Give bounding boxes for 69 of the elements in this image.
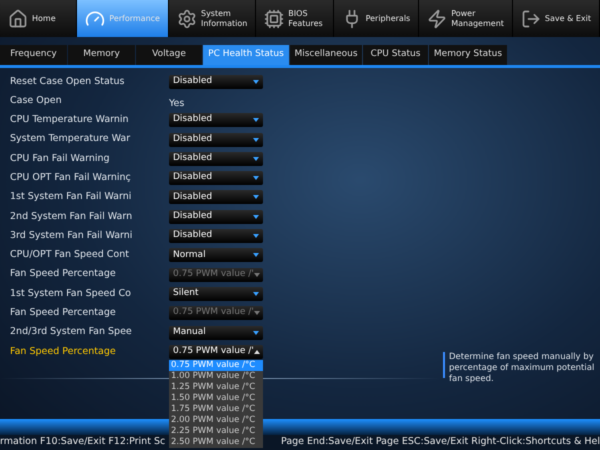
caret-down-icon bbox=[254, 272, 260, 277]
exit-icon bbox=[520, 8, 541, 28]
tab[interactable]: CPU Status bbox=[363, 45, 428, 65]
caret-up-icon bbox=[254, 350, 260, 354]
nav-tab[interactable]: Peripherals bbox=[334, 0, 420, 37]
nav-tab[interactable]: Power Management bbox=[419, 0, 513, 37]
dropdown-field[interactable]: 0.75 PWM value /' bbox=[169, 344, 263, 359]
dropdown-field[interactable]: Disabled bbox=[169, 152, 263, 166]
dropdown-field[interactable]: Disabled bbox=[169, 229, 263, 244]
nav-tab[interactable]: System Information bbox=[168, 0, 256, 37]
gauge-icon bbox=[85, 8, 106, 28]
dropdown-option[interactable]: 1.25 PWM value /°C bbox=[169, 382, 263, 394]
setting-label: CPU Temperature Warnin bbox=[10, 113, 130, 128]
dropdown-field[interactable]: Disabled bbox=[169, 74, 263, 89]
caret-down-icon bbox=[253, 118, 259, 122]
caret-down-icon bbox=[253, 330, 259, 334]
dropdown-field[interactable]: Disabled bbox=[169, 132, 263, 147]
caret-down-icon bbox=[253, 253, 259, 258]
setting-label: Case Open bbox=[10, 94, 63, 108]
settings-icon bbox=[176, 8, 197, 28]
dropdown-field[interactable]: Disabled bbox=[169, 171, 263, 186]
caret-down-icon bbox=[253, 214, 259, 219]
setting-label: System Temperature War bbox=[10, 132, 132, 146]
setting-value: Yes bbox=[169, 98, 184, 109]
setting-label: 1st System Fan Fail Warni bbox=[10, 190, 132, 204]
dropdown-field[interactable]: Silent bbox=[169, 286, 263, 301]
nav-tab[interactable]: Save & Exit bbox=[512, 0, 600, 37]
caret-down-icon bbox=[253, 195, 259, 200]
caret-down-icon bbox=[254, 311, 260, 316]
setting-label: 3rd System Fan Fail Warni bbox=[10, 228, 134, 243]
caret-down-icon bbox=[253, 138, 259, 142]
caret-down-icon bbox=[253, 156, 259, 161]
dropdown-option[interactable]: 2.25 PWM value /°C bbox=[169, 426, 263, 438]
dropdown-field[interactable]: Disabled bbox=[169, 113, 263, 128]
caret-down-icon bbox=[253, 176, 259, 180]
lightning-icon bbox=[427, 8, 448, 28]
setting-label: 2nd System Fan Fail Warn bbox=[10, 210, 134, 224]
caret-down-icon bbox=[253, 80, 259, 84]
tab[interactable]: Memory bbox=[68, 45, 135, 65]
caret-down-icon bbox=[253, 234, 259, 238]
tab[interactable]: Voltage bbox=[136, 45, 202, 65]
setting-label: CPU Fan Fail Warning bbox=[10, 152, 111, 166]
dropdown-option[interactable]: 2.50 PWM value /°C bbox=[169, 437, 263, 448]
setting-label: CPU OPT Fan Fail Warninç bbox=[10, 171, 132, 185]
dropdown-field[interactable]: Normal bbox=[169, 248, 263, 262]
dropdown-option[interactable]: 1.50 PWM value /°C bbox=[169, 393, 263, 404]
chip-icon bbox=[264, 8, 284, 28]
setting-label: Reset Case Open Status bbox=[10, 74, 126, 89]
setting-label: Fan Speed Percentage bbox=[10, 344, 117, 359]
setting-label: Fan Speed Percentage bbox=[10, 306, 117, 320]
tab[interactable]: Frequency bbox=[0, 45, 67, 65]
caret-down-icon bbox=[253, 292, 259, 296]
dropdown-option[interactable]: 2.00 PWM value /°C bbox=[169, 415, 263, 426]
setting-label: CPU/OPT Fan Speed Cont bbox=[10, 248, 130, 262]
tab[interactable]: Miscellaneous bbox=[290, 45, 362, 65]
status-text: rmation F10:Save/Exit F12:Print Sc bbox=[0, 435, 166, 450]
dropdown-option[interactable]: 1.00 PWM value /°C bbox=[169, 371, 263, 382]
setting-label: 1st System Fan Speed Co bbox=[10, 286, 132, 301]
status-text: Page End:Save/Exit Page ESC:Save/Exit Right-Click:Shortcuts & Hel bbox=[281, 435, 600, 450]
dropdown-field[interactable]: Manual bbox=[169, 326, 263, 340]
tab[interactable]: Memory Status bbox=[429, 45, 507, 65]
dropdown-field[interactable]: Disabled bbox=[169, 190, 263, 204]
setting-label: 2nd/3rd System Fan Spee bbox=[10, 325, 133, 340]
dropdown-option[interactable]: 1.75 PWM value /°C bbox=[169, 404, 263, 416]
setting-label: Fan Speed Percentage bbox=[10, 267, 117, 282]
dropdown-field[interactable]: Disabled bbox=[169, 210, 263, 224]
help-text: Determine fan speed manually by percentage of maximum potential fan speed. bbox=[449, 352, 596, 385]
nav-tab[interactable]: BIOS Features bbox=[256, 0, 334, 37]
home-icon bbox=[8, 8, 28, 28]
